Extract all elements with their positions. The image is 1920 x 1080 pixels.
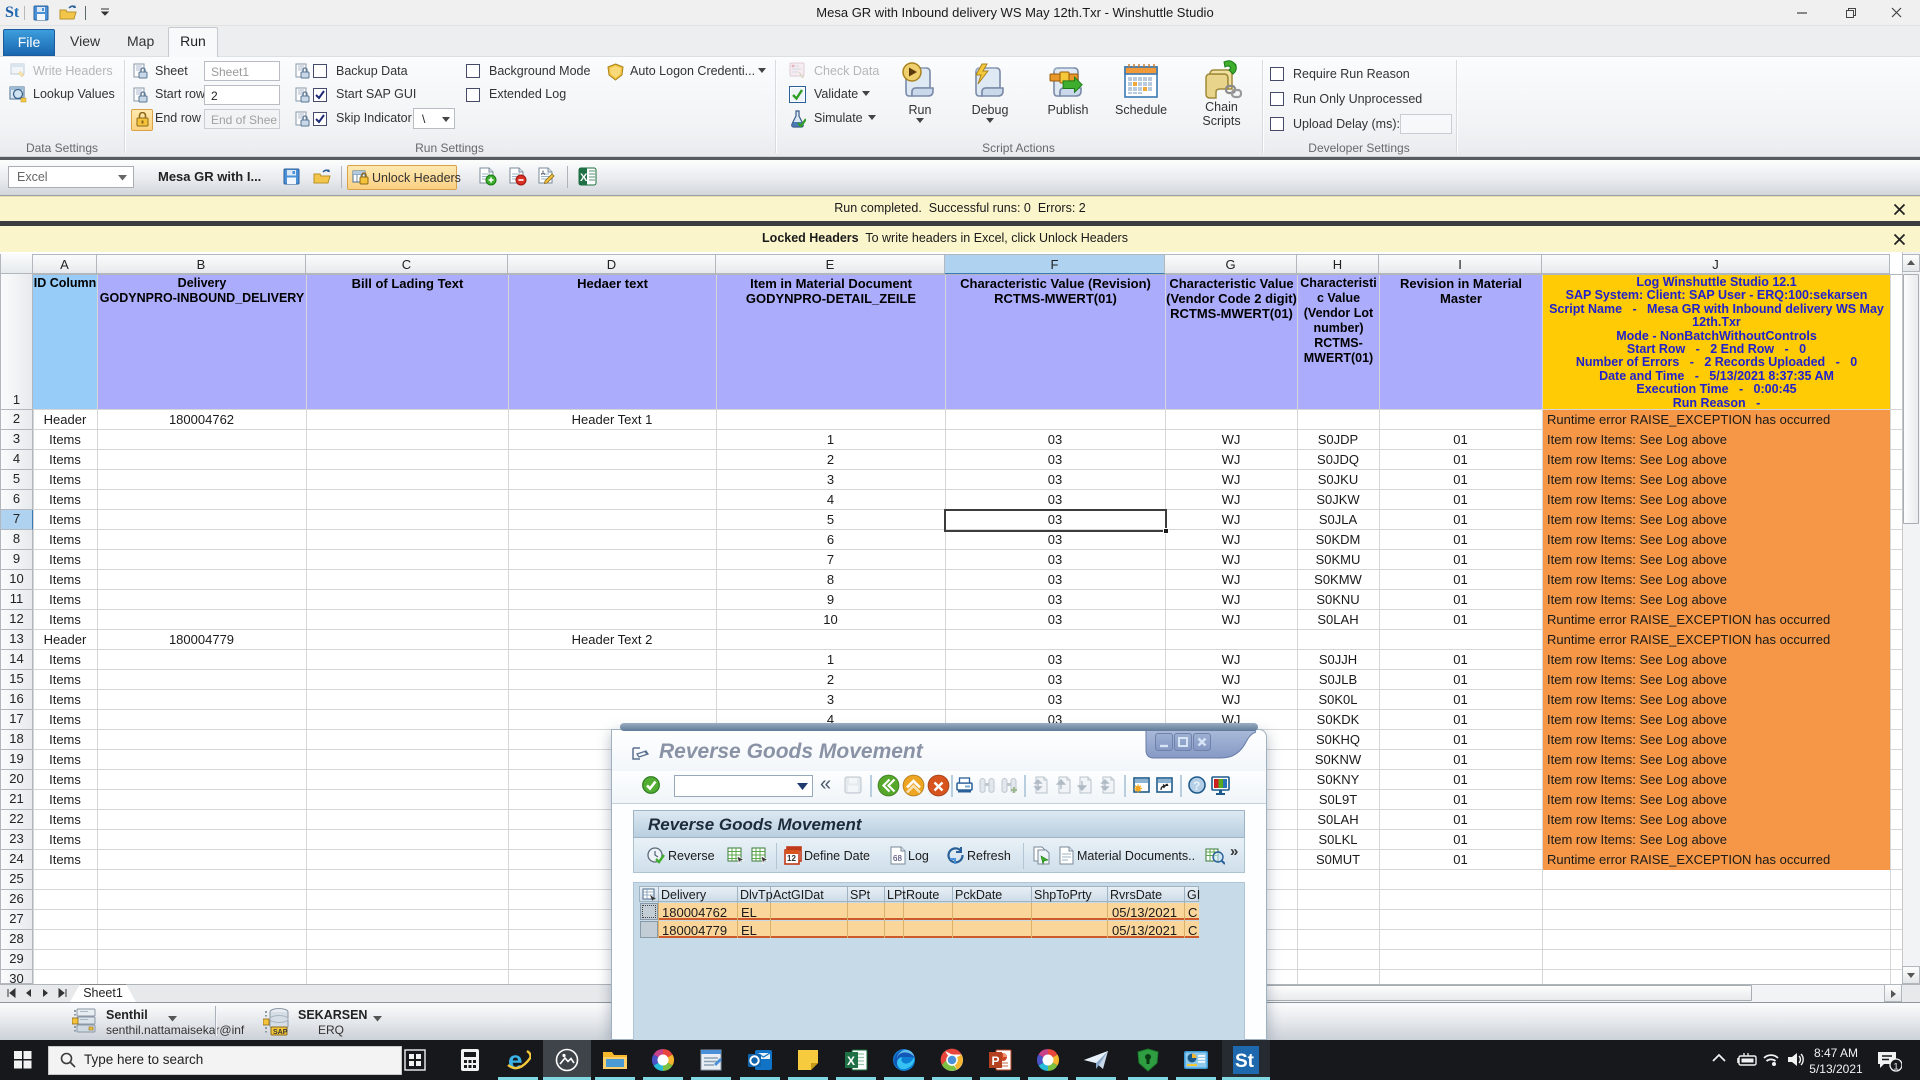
svg-text:1: 1 [1894,1062,1899,1072]
svg-text:A: A [541,171,545,177]
svg-text:St: St [1235,1051,1255,1072]
svg-text:X: X [847,1054,855,1068]
svg-text:68: 68 [893,854,902,863]
svg-text:?: ? [1193,779,1200,793]
svg-text:P: P [992,1054,1000,1068]
svg-text:SAP: SAP [273,1029,288,1036]
svg-text:12: 12 [787,854,796,863]
svg-text:X: X [580,172,588,184]
